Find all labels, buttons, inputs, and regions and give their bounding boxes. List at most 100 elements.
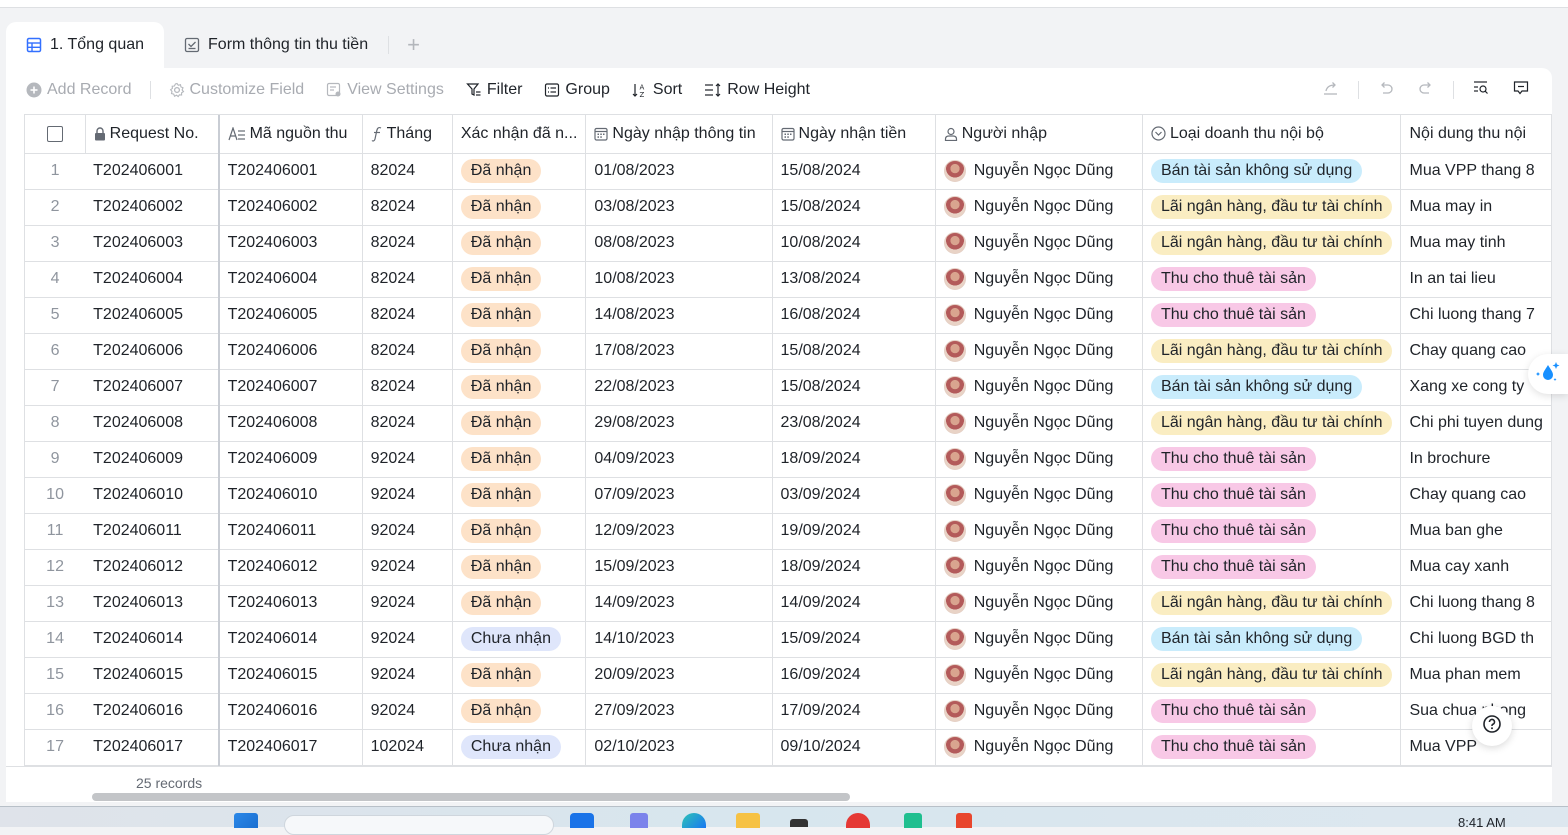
taskbar-search-box[interactable] — [284, 815, 554, 835]
cell-request-no[interactable]: T202406017 — [85, 729, 220, 766]
cell-ma-nguon-thu[interactable]: T202406013 — [218, 585, 363, 622]
cell-xac-nhan[interactable]: Đã nhận — [452, 405, 587, 442]
cell-request-no[interactable]: T202406002 — [85, 189, 220, 226]
table-row[interactable]: 11 T202406011 T202406011 92024 Đã nhận 12/09/… — [25, 513, 1552, 550]
cell-ngay-nhan[interactable]: 15/08/2024 — [772, 189, 936, 226]
cell-noi-dung[interactable]: Mua may in — [1400, 189, 1552, 226]
cell-noi-dung[interactable]: Mua may tinh — [1400, 225, 1552, 262]
table-row[interactable]: 15 T202406015 T202406015 92024 Đã nhận 20/09/… — [25, 657, 1552, 694]
cell-ngay-nhan[interactable]: 23/08/2024 — [772, 405, 936, 442]
table-row[interactable]: 1 T202406001 T202406001 82024 Đã nhận 01/08/2… — [25, 153, 1552, 190]
cell-xac-nhan[interactable]: Đã nhận — [452, 657, 587, 694]
cell-ngay-nhan[interactable]: 09/10/2024 — [772, 729, 936, 766]
cell-thang[interactable]: 82024 — [362, 225, 453, 262]
cell-nguoi-nhap[interactable]: Nguyễn Ngọc Dũng — [935, 549, 1143, 586]
cell-ngay-nhap[interactable]: 07/09/2023 — [585, 477, 773, 514]
cell-ma-nguon-thu[interactable]: T202406007 — [218, 369, 363, 406]
column-header-loai-doanh-thu[interactable]: Loại doanh thu nội bộ — [1142, 115, 1402, 154]
cell-ngay-nhan[interactable]: 10/08/2024 — [772, 225, 936, 262]
cell-request-no[interactable]: T202406005 — [85, 297, 220, 334]
cell-ma-nguon-thu[interactable]: T202406002 — [218, 189, 363, 226]
app-icon[interactable] — [904, 813, 922, 828]
cell-nguoi-nhap[interactable]: Nguyễn Ngọc Dũng — [935, 297, 1143, 334]
cell-thang[interactable]: 82024 — [362, 153, 453, 190]
cell-ngay-nhan[interactable]: 15/08/2024 — [772, 333, 936, 370]
cell-ma-nguon-thu[interactable]: T202406006 — [218, 333, 363, 370]
cell-ngay-nhap[interactable]: 14/09/2023 — [585, 585, 773, 622]
group-button[interactable]: Group — [544, 81, 610, 99]
cell-ngay-nhap[interactable]: 22/08/2023 — [585, 369, 773, 406]
cell-ngay-nhap[interactable]: 02/10/2023 — [585, 729, 773, 766]
cell-nguoi-nhap[interactable]: Nguyễn Ngọc Dũng — [935, 621, 1143, 658]
cell-xac-nhan[interactable]: Đã nhận — [452, 441, 587, 478]
cell-ngay-nhan[interactable]: 15/08/2024 — [772, 153, 936, 190]
column-header-xac-nhan[interactable]: Xác nhận đã n... — [452, 115, 587, 154]
cell-loai-doanh-thu[interactable]: Bán tài sản không sử dụng — [1142, 369, 1402, 406]
cell-xac-nhan[interactable]: Đã nhận — [452, 189, 587, 226]
table-row[interactable]: 2 T202406002 T202406002 82024 Đã nhận 03/08/2… — [25, 189, 1552, 226]
cell-ma-nguon-thu[interactable]: T202406008 — [218, 405, 363, 442]
cell-ma-nguon-thu[interactable]: T202406003 — [218, 225, 363, 262]
cell-ma-nguon-thu[interactable]: T202406001 — [218, 153, 363, 190]
cell-loai-doanh-thu[interactable]: Lãi ngân hàng, đầu tư tài chính — [1142, 189, 1402, 226]
cell-loai-doanh-thu[interactable]: Thu cho thuê tài sản — [1142, 261, 1402, 298]
customize-field-button[interactable]: Customize Field — [169, 81, 304, 99]
cell-ngay-nhan[interactable]: 17/09/2024 — [772, 693, 936, 730]
column-header-nguoi-nhap[interactable]: Người nhập — [935, 115, 1143, 154]
cell-xac-nhan[interactable]: Đã nhận — [452, 549, 587, 586]
table-row[interactable]: 7 T202406007 T202406007 82024 Đã nhận 22/08/2… — [25, 369, 1552, 406]
cell-loai-doanh-thu[interactable]: Thu cho thuê tài sản — [1142, 549, 1402, 586]
cell-ma-nguon-thu[interactable]: T202406010 — [218, 477, 363, 514]
cell-nguoi-nhap[interactable]: Nguyễn Ngọc Dũng — [935, 225, 1143, 262]
cell-noi-dung[interactable]: Mua ban ghe — [1400, 513, 1552, 550]
cell-nguoi-nhap[interactable]: Nguyễn Ngọc Dũng — [935, 441, 1143, 478]
cell-ma-nguon-thu[interactable]: T202406005 — [218, 297, 363, 334]
cell-ma-nguon-thu[interactable]: T202406012 — [218, 549, 363, 586]
table-row[interactable]: 3 T202406003 T202406003 82024 Đã nhận 08/08/2… — [25, 225, 1552, 262]
app-icon[interactable] — [630, 813, 648, 828]
cell-thang[interactable]: 92024 — [362, 585, 453, 622]
cell-noi-dung[interactable]: Chi luong BGD th — [1400, 621, 1552, 658]
cell-thang[interactable]: 82024 — [362, 333, 453, 370]
cell-ngay-nhap[interactable]: 17/08/2023 — [585, 333, 773, 370]
file-explorer-icon[interactable] — [736, 813, 760, 828]
cell-ma-nguon-thu[interactable]: T202406004 — [218, 261, 363, 298]
table-row[interactable]: 12 T202406012 T202406012 92024 Đã nhận 15/09/… — [25, 549, 1552, 586]
cell-ngay-nhap[interactable]: 14/08/2023 — [585, 297, 773, 334]
cell-ngay-nhan[interactable]: 13/08/2024 — [772, 261, 936, 298]
cell-xac-nhan[interactable]: Đã nhận — [452, 225, 587, 262]
cell-loai-doanh-thu[interactable]: Bán tài sản không sử dụng — [1142, 621, 1402, 658]
cell-nguoi-nhap[interactable]: Nguyễn Ngọc Dũng — [935, 153, 1143, 190]
filter-button[interactable]: Filter — [466, 81, 522, 99]
cell-request-no[interactable]: T202406006 — [85, 333, 220, 370]
cell-noi-dung[interactable]: In an tai lieu — [1400, 261, 1552, 298]
cell-xac-nhan[interactable]: Đã nhận — [452, 585, 587, 622]
cell-loai-doanh-thu[interactable]: Thu cho thuê tài sản — [1142, 441, 1402, 478]
cell-thang[interactable]: 82024 — [362, 261, 453, 298]
cell-thang[interactable]: 92024 — [362, 477, 453, 514]
cell-ngay-nhan[interactable]: 18/09/2024 — [772, 441, 936, 478]
column-header-request-no[interactable]: Request No. — [85, 115, 220, 154]
cell-request-no[interactable]: T202406010 — [85, 477, 220, 514]
cell-noi-dung[interactable]: Chi luong thang 7 — [1400, 297, 1552, 334]
cell-noi-dung[interactable]: Chi phi tuyen dung — [1400, 405, 1552, 442]
cell-ngay-nhap[interactable]: 14/10/2023 — [585, 621, 773, 658]
table-row[interactable]: 13 T202406013 T202406013 92024 Đã nhận 14/09/… — [25, 585, 1552, 622]
cell-loai-doanh-thu[interactable]: Lãi ngân hàng, đầu tư tài chính — [1142, 585, 1402, 622]
edge-browser-icon[interactable] — [682, 813, 706, 828]
cell-noi-dung[interactable]: Mua cay xanh — [1400, 549, 1552, 586]
cell-thang[interactable]: 92024 — [362, 513, 453, 550]
cell-loai-doanh-thu[interactable]: Thu cho thuê tài sản — [1142, 297, 1402, 334]
cell-ngay-nhan[interactable]: 15/09/2024 — [772, 621, 936, 658]
select-all-header[interactable] — [25, 115, 86, 154]
cell-xac-nhan[interactable]: Đã nhận — [452, 369, 587, 406]
cell-loai-doanh-thu[interactable]: Thu cho thuê tài sản — [1142, 513, 1402, 550]
cell-xac-nhan[interactable]: Đã nhận — [452, 693, 587, 730]
cell-thang[interactable]: 82024 — [362, 369, 453, 406]
cell-request-no[interactable]: T202406012 — [85, 549, 220, 586]
cell-ngay-nhan[interactable]: 16/08/2024 — [772, 297, 936, 334]
cell-xac-nhan[interactable]: Chưa nhận — [452, 621, 587, 658]
column-header-ngay-nhan[interactable]: Ngày nhận tiền — [772, 115, 936, 154]
cell-xac-nhan[interactable]: Đã nhận — [452, 297, 587, 334]
cell-request-no[interactable]: T202406009 — [85, 441, 220, 478]
